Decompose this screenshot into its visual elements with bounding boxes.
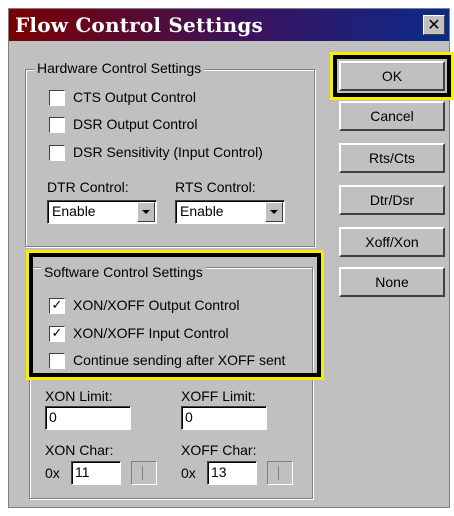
cancel-button[interactable]: Cancel	[339, 101, 445, 131]
dsr-sensitivity-checkbox[interactable]	[49, 145, 65, 161]
dtr-control-label: DTR Control:	[47, 179, 129, 195]
rts-control-value: Enable	[180, 203, 224, 219]
chevron-down-icon[interactable]	[265, 202, 283, 222]
xoff-char-field[interactable]: 13	[207, 461, 257, 485]
xoff-char-prefix: 0x	[181, 465, 196, 481]
xoff-xon-button[interactable]: Xoff/Xon	[339, 227, 445, 257]
dtr-control-select[interactable]: Enable	[47, 200, 157, 224]
xoff-char-label: XOFF Char:	[181, 442, 257, 458]
continue-sending-label: Continue sending after XOFF sent	[73, 352, 286, 368]
none-button[interactable]: None	[339, 267, 445, 297]
xon-xoff-input-checkbox[interactable]: ✓	[49, 326, 65, 342]
continue-sending-checkbox[interactable]	[49, 353, 65, 369]
dsr-output-checkbox[interactable]	[49, 117, 65, 133]
xoff-char-preview	[267, 461, 293, 485]
chevron-down-icon[interactable]	[137, 202, 155, 222]
cts-output-label: CTS Output Control	[73, 89, 196, 105]
xon-limit-field[interactable]: 0	[45, 406, 131, 430]
xoff-limit-label: XOFF Limit:	[181, 388, 256, 404]
xoff-limit-field[interactable]: 0	[181, 406, 267, 430]
ok-button[interactable]: OK	[339, 61, 445, 91]
xon-xoff-input-label: XON/XOFF Input Control	[73, 325, 229, 341]
title-bar[interactable]: Flow Control Settings ✕	[9, 9, 449, 41]
hardware-group-legend: Hardware Control Settings	[34, 60, 205, 76]
xon-limit-label: XON Limit:	[45, 388, 113, 404]
dsr-sensitivity-label: DSR Sensitivity (Input Control)	[73, 144, 263, 160]
rts-control-select[interactable]: Enable	[175, 200, 285, 224]
xon-xoff-output-checkbox[interactable]: ✓	[49, 298, 65, 314]
rts-control-label: RTS Control:	[175, 179, 256, 195]
xon-xoff-output-label: XON/XOFF Output Control	[73, 297, 240, 313]
rts-cts-button[interactable]: Rts/Cts	[339, 143, 445, 173]
xon-char-field[interactable]: 11	[71, 461, 121, 485]
software-group-legend: Software Control Settings	[41, 264, 206, 280]
xon-char-prefix: 0x	[45, 465, 60, 481]
dialog-title: Flow Control Settings	[15, 13, 264, 37]
dsr-output-label: DSR Output Control	[73, 116, 198, 132]
xon-char-preview	[131, 461, 157, 485]
close-icon[interactable]: ✕	[423, 15, 445, 35]
xon-char-label: XON Char:	[45, 442, 114, 458]
cts-output-checkbox[interactable]	[49, 90, 65, 106]
dtr-control-value: Enable	[52, 203, 96, 219]
dtr-dsr-button[interactable]: Dtr/Dsr	[339, 185, 445, 215]
flow-control-dialog: Flow Control Settings ✕ Hardware Control…	[8, 8, 454, 508]
